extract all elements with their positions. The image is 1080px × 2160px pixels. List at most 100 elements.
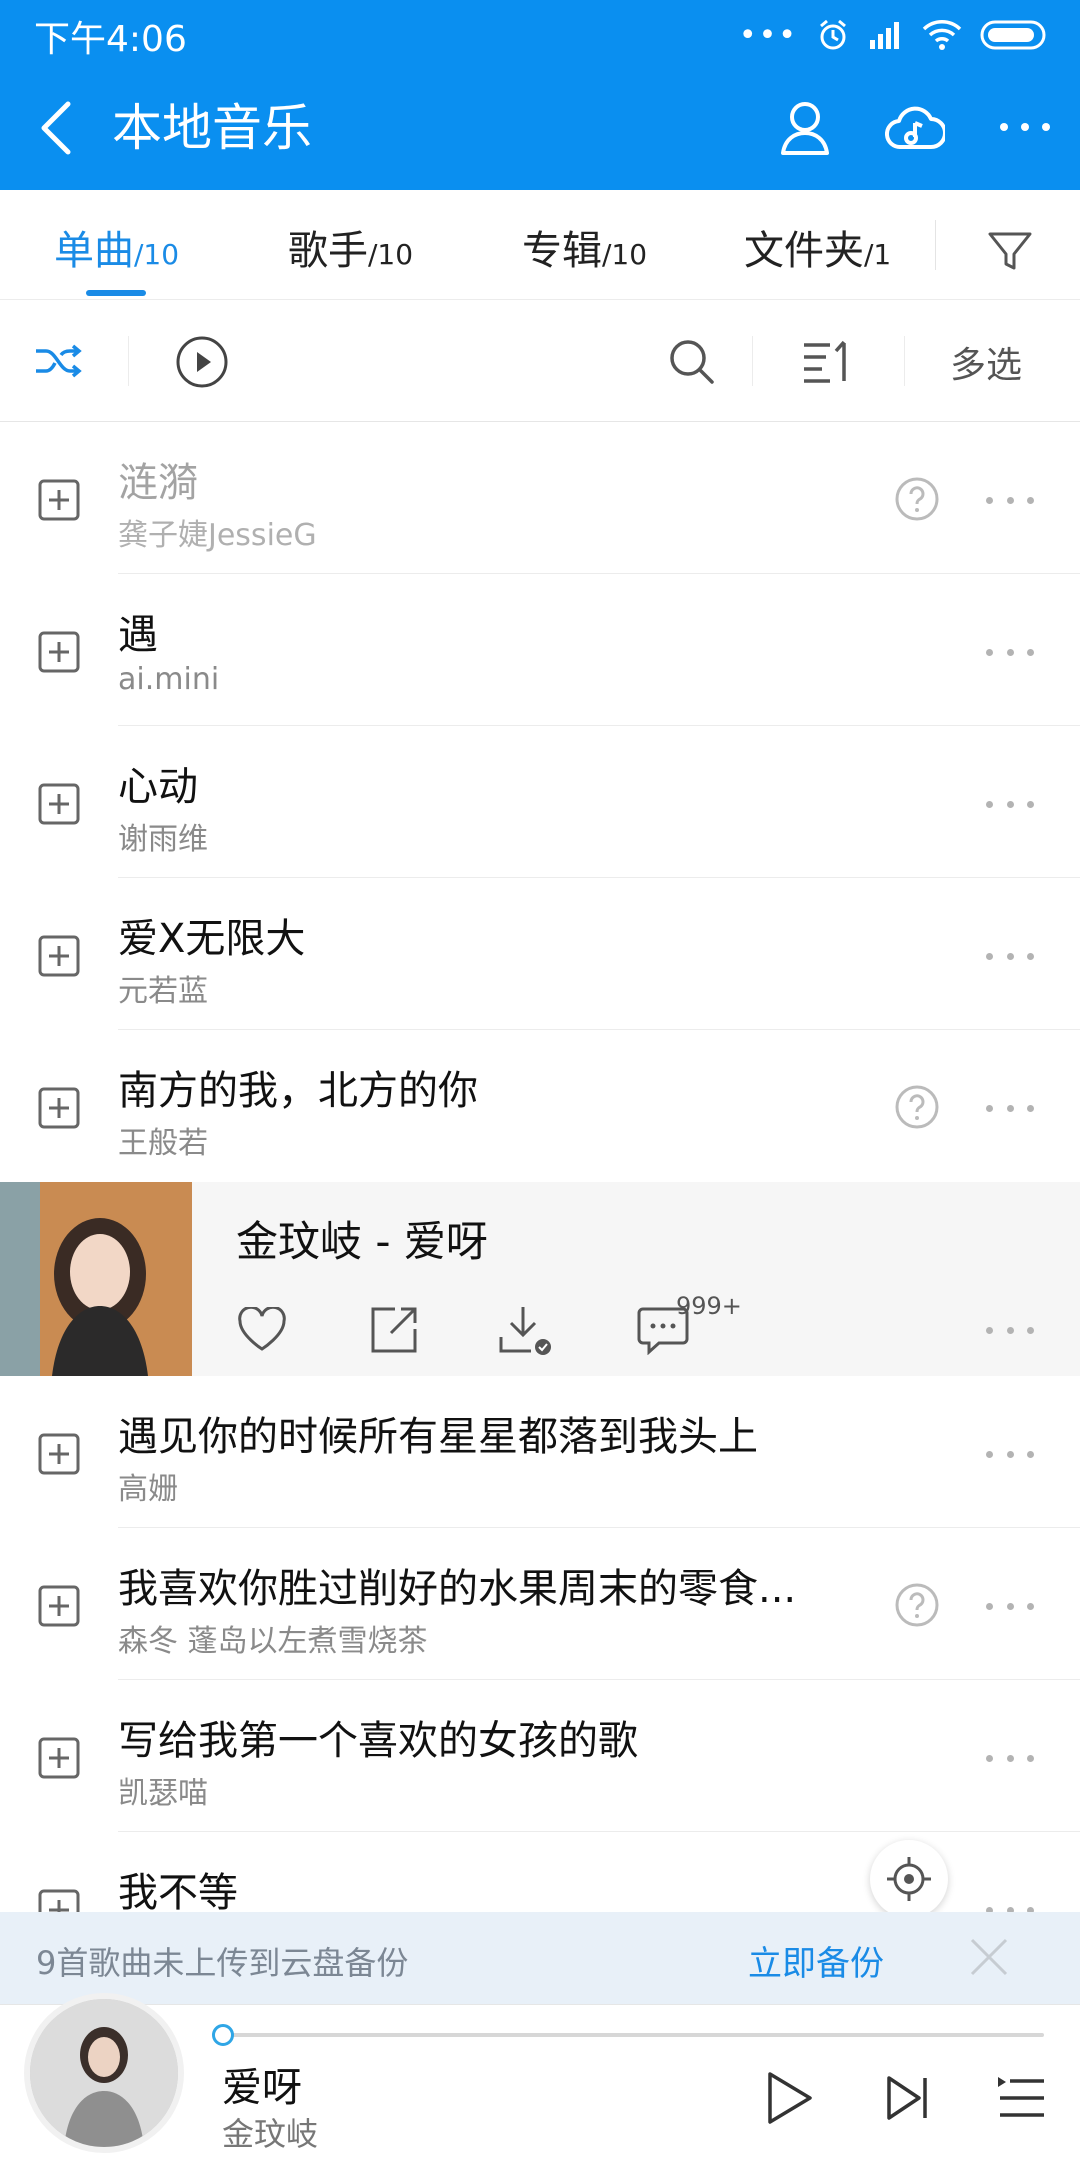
add-to-playlist-icon[interactable]: [38, 631, 80, 673]
playback-progress[interactable]: [212, 2024, 1044, 2046]
comment-count-badge: 999+: [676, 1292, 742, 1320]
tab-albums[interactable]: 专辑/10: [522, 218, 647, 276]
song-title: 我喜欢你胜过削好的水果周末的零食...: [118, 1566, 797, 1612]
song-more-icon[interactable]: [986, 786, 1034, 822]
song-title: 南方的我，北方的你: [118, 1068, 478, 1114]
locate-current-button[interactable]: [870, 1840, 948, 1918]
song-more-icon[interactable]: [986, 482, 1034, 518]
song-row[interactable]: 爱X无限大 元若蓝: [0, 878, 1080, 1030]
song-title: 写给我第一个喜欢的女孩的歌: [118, 1718, 638, 1764]
tab-divider: [935, 220, 936, 270]
song-row[interactable]: 心动 谢雨维: [0, 726, 1080, 878]
expanded-more-icon[interactable]: [986, 1312, 1034, 1348]
back-arrow-icon[interactable]: [28, 96, 88, 160]
tab-folders-label: 文件夹: [744, 228, 864, 274]
cloud-backup-bar: 9首歌曲未上传到云盘备份 立即备份: [0, 1912, 1080, 2004]
song-title: 遇见你的时候所有星星都落到我头上: [118, 1414, 758, 1460]
backup-message: 9首歌曲未上传到云盘备份: [36, 1944, 409, 1982]
local-music-page: 下午4:06 ••• 本地音乐 单曲/10 歌手/10 专辑/10 文件夹/1 …: [0, 0, 1080, 2160]
song-more-icon[interactable]: [986, 1588, 1034, 1624]
signal-icon: [870, 22, 899, 49]
song-artist: 王般若: [118, 1126, 208, 1161]
add-to-playlist-icon[interactable]: [38, 1087, 80, 1129]
add-to-playlist-icon[interactable]: [38, 1585, 80, 1627]
mini-player[interactable]: 爱呀 金玟岐: [0, 1993, 1080, 2160]
tab-songs-label: 单曲: [54, 228, 134, 274]
tab-albums-label: 专辑: [522, 228, 602, 274]
nav-bar: 本地音乐: [0, 66, 1080, 190]
search-icon[interactable]: [664, 334, 720, 390]
question-icon[interactable]: [894, 1582, 940, 1628]
song-more-icon[interactable]: [986, 938, 1034, 974]
sort-icon[interactable]: [798, 334, 858, 390]
tab-albums-count: /10: [602, 238, 648, 271]
add-to-playlist-icon[interactable]: [38, 1737, 80, 1779]
add-to-playlist-icon[interactable]: [38, 935, 80, 977]
toolbar-divider: [128, 336, 129, 386]
expanded-song-panel[interactable]: 金玟岐 - 爱呀 999+: [0, 1182, 1080, 1376]
song-row[interactable]: 遇见你的时候所有星星都落到我头上 高姗: [0, 1376, 1080, 1528]
toolbar-divider: [752, 336, 753, 386]
song-title: 心动: [118, 764, 198, 810]
next-track-icon[interactable]: [872, 2063, 942, 2133]
more-icon[interactable]: [990, 92, 1060, 162]
song-row[interactable]: 涟漪 龚子婕JessieG: [0, 422, 1080, 574]
question-icon[interactable]: [894, 476, 940, 522]
tab-folders-count: /1: [864, 238, 892, 271]
song-more-icon[interactable]: [986, 1740, 1034, 1776]
list-toolbar: 多选: [0, 300, 1080, 422]
song-title: 我不等: [118, 1870, 238, 1916]
song-row[interactable]: 我喜欢你胜过削好的水果周末的零食... 森冬 蓬岛以左煮雪烧茶: [0, 1528, 1080, 1680]
song-more-icon[interactable]: [986, 1436, 1034, 1472]
status-bar: 下午4:06 •••: [0, 0, 1080, 66]
add-to-playlist-icon[interactable]: [38, 479, 80, 521]
song-title: 遇: [118, 612, 158, 658]
player-artist: 金玟岐: [222, 2115, 319, 2153]
playlist-icon[interactable]: [986, 2063, 1056, 2133]
like-heart-icon[interactable]: [232, 1302, 292, 1358]
album-cover: [0, 1182, 192, 1376]
close-icon[interactable]: [966, 1934, 1012, 1980]
filter-icon[interactable]: [980, 220, 1040, 280]
tab-artists[interactable]: 歌手/10: [288, 218, 413, 276]
status-time: 下午4:06: [34, 19, 187, 60]
player-cover[interactable]: [24, 1993, 184, 2153]
tab-folders[interactable]: 文件夹/1: [744, 218, 891, 276]
status-icons: •••: [739, 10, 1050, 60]
song-row[interactable]: 写给我第一个喜欢的女孩的歌 凯瑟喵: [0, 1680, 1080, 1832]
song-artist: 龚子婕JessieG: [118, 518, 317, 553]
play-icon[interactable]: [754, 2063, 824, 2133]
tab-songs[interactable]: 单曲/10: [54, 218, 179, 276]
song-row[interactable]: 遇 ai.mini: [0, 574, 1080, 726]
wifi-icon: [922, 20, 962, 50]
multi-select-button[interactable]: 多选: [950, 336, 1022, 388]
play-all-icon[interactable]: [174, 334, 230, 390]
downloaded-icon[interactable]: [496, 1302, 556, 1358]
alarm-icon: [820, 19, 846, 50]
song-more-icon[interactable]: [986, 1090, 1034, 1126]
battery-icon: [980, 20, 1046, 50]
song-list: 涟漪 龚子婕JessieG 遇 ai.mini 心动 谢雨维 爱X无限大 元若蓝: [0, 422, 1080, 1984]
song-row[interactable]: 南方的我，北方的你 王般若: [0, 1030, 1080, 1182]
tab-artists-count: /10: [368, 238, 414, 271]
song-artist: 凯瑟喵: [118, 1776, 208, 1811]
cloud-music-icon[interactable]: [880, 92, 950, 162]
toolbar-divider: [904, 336, 905, 386]
category-tabs: 单曲/10 歌手/10 专辑/10 文件夹/1: [0, 190, 1080, 300]
player-song-title: 爱呀: [222, 2065, 302, 2111]
progress-knob[interactable]: [212, 2024, 234, 2046]
active-tab-indicator: [86, 290, 146, 296]
tab-artists-label: 歌手: [288, 228, 368, 274]
page-title: 本地音乐: [112, 99, 312, 157]
user-icon[interactable]: [770, 92, 840, 162]
song-artist: ai.mini: [118, 662, 220, 697]
song-more-icon[interactable]: [986, 634, 1034, 670]
share-icon[interactable]: [364, 1302, 424, 1358]
add-to-playlist-icon[interactable]: [38, 1433, 80, 1475]
crosshair-icon: [887, 1857, 931, 1901]
shuffle-icon[interactable]: [30, 336, 86, 386]
backup-now-button[interactable]: 立即备份: [748, 1936, 884, 1985]
add-to-playlist-icon[interactable]: [38, 783, 80, 825]
song-artist: 高姗: [118, 1472, 178, 1507]
question-icon[interactable]: [894, 1084, 940, 1130]
